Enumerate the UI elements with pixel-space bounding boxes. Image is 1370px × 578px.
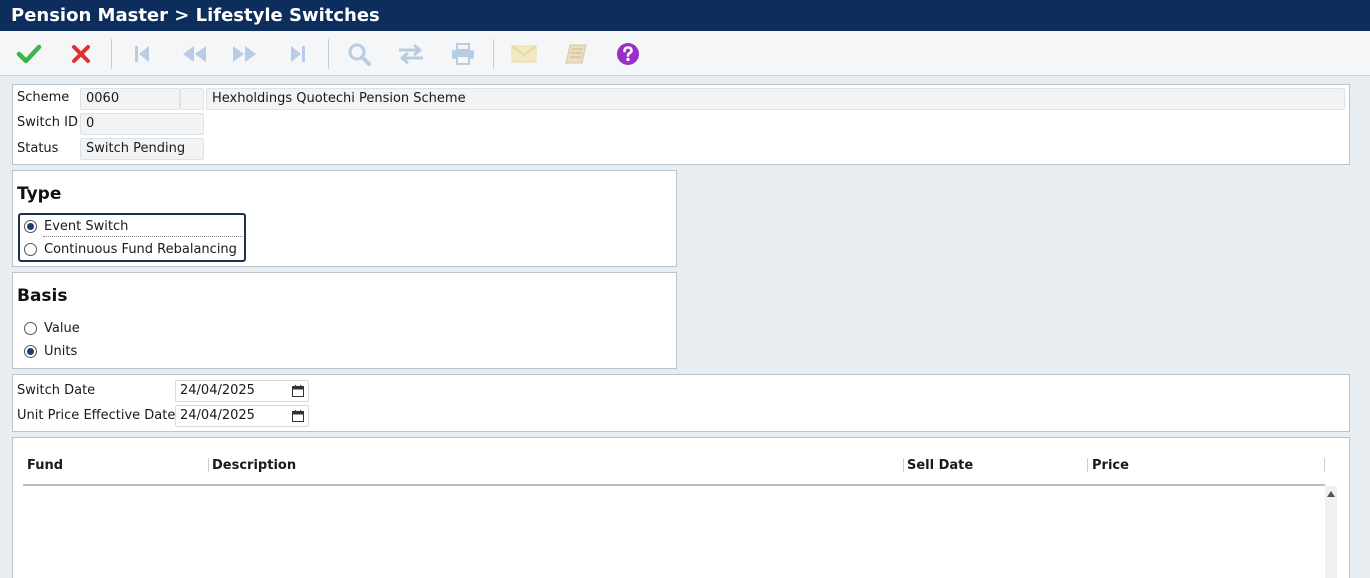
- dates-panel: Switch Date 24/04/2025 Unit Price Effect…: [12, 374, 1350, 432]
- search-icon: [348, 43, 371, 66]
- calendar-icon[interactable]: [292, 410, 304, 422]
- column-header-fund[interactable]: Fund: [27, 458, 63, 473]
- triangle-up-icon: [1327, 491, 1335, 497]
- type-title: Type: [17, 184, 62, 204]
- basis-panel: Basis Value Units: [12, 272, 677, 369]
- fund-grid-panel: Fund Description Sell Date Price: [12, 437, 1350, 578]
- continuous-rebalancing-radio[interactable]: Continuous Fund Rebalancing: [24, 238, 237, 260]
- swap-arrows-icon: [399, 43, 423, 65]
- toolbar: [0, 31, 1370, 76]
- help-button[interactable]: [613, 39, 643, 69]
- column-separator[interactable]: [903, 458, 904, 472]
- search-button[interactable]: [344, 39, 374, 69]
- unit-price-date-value: 24/04/2025: [180, 408, 255, 423]
- column-header-sell-date[interactable]: Sell Date: [907, 458, 973, 473]
- event-switch-label: Event Switch: [44, 218, 129, 234]
- previous-record-button[interactable]: [179, 39, 209, 69]
- scheme-label: Scheme: [17, 90, 70, 105]
- value-radio[interactable]: Value: [24, 317, 80, 339]
- radio-selected-icon: [24, 219, 37, 233]
- column-header-description[interactable]: Description: [212, 458, 296, 473]
- toolbar-separator: [111, 39, 112, 69]
- radio-unselected-icon: [24, 321, 37, 335]
- print-button[interactable]: [448, 39, 478, 69]
- switch-date-label: Switch Date: [17, 383, 96, 398]
- radio-selected-icon: [24, 344, 37, 358]
- radio-unselected-icon: [24, 242, 37, 256]
- grid-header-divider: [23, 484, 1325, 486]
- switch-button[interactable]: [396, 39, 426, 69]
- close-icon: [72, 45, 90, 63]
- last-record-button[interactable]: [283, 39, 313, 69]
- scheme-header-panel: Scheme 0060 Hexholdings Quotechi Pension…: [12, 84, 1350, 165]
- switch-date-value: 24/04/2025: [180, 383, 255, 398]
- status-label: Status: [17, 141, 59, 156]
- switch-date-input[interactable]: 24/04/2025: [175, 380, 309, 402]
- fast-forward-icon: [233, 46, 256, 62]
- toolbar-separator: [328, 39, 329, 69]
- scheme-code-field[interactable]: 0060: [80, 88, 180, 110]
- scroll-up-button[interactable]: [1325, 488, 1337, 500]
- next-record-button[interactable]: [230, 39, 260, 69]
- rewind-icon: [183, 46, 206, 62]
- check-icon: [16, 44, 42, 64]
- window-title: Pension Master > Lifestyle Switches: [0, 0, 1370, 31]
- units-label: Units: [44, 343, 78, 359]
- unit-price-date-input[interactable]: 24/04/2025: [175, 405, 309, 427]
- type-panel: Type Event Switch Continuous Fund Rebala…: [12, 170, 677, 267]
- switch-id-field: 0: [80, 113, 204, 135]
- notes-button[interactable]: [561, 39, 591, 69]
- calendar-icon[interactable]: [292, 385, 304, 397]
- column-separator[interactable]: [1087, 458, 1088, 472]
- skip-last-icon: [291, 46, 305, 62]
- help-icon: [617, 43, 639, 65]
- book-icon: [565, 44, 587, 64]
- email-button[interactable]: [509, 39, 539, 69]
- column-separator[interactable]: [208, 458, 209, 472]
- event-switch-radio[interactable]: Event Switch: [24, 215, 128, 237]
- column-header-price[interactable]: Price: [1092, 458, 1129, 473]
- basis-title: Basis: [17, 286, 68, 306]
- skip-first-icon: [135, 46, 149, 62]
- cancel-button[interactable]: [66, 39, 96, 69]
- scheme-lookup-field[interactable]: [180, 88, 204, 110]
- save-button[interactable]: [14, 39, 44, 69]
- scheme-name-field: Hexholdings Quotechi Pension Scheme: [206, 88, 1345, 110]
- printer-icon: [452, 43, 474, 65]
- first-record-button[interactable]: [127, 39, 157, 69]
- value-label: Value: [44, 320, 80, 336]
- status-field: Switch Pending: [80, 138, 204, 160]
- units-radio[interactable]: Units: [24, 340, 77, 362]
- toolbar-separator: [493, 39, 494, 69]
- envelope-icon: [511, 45, 537, 63]
- unit-price-date-label: Unit Price Effective Date: [17, 408, 176, 423]
- continuous-rebalancing-label: Continuous Fund Rebalancing: [44, 241, 237, 257]
- switch-id-label: Switch ID: [17, 115, 78, 130]
- column-separator[interactable]: [1324, 458, 1325, 472]
